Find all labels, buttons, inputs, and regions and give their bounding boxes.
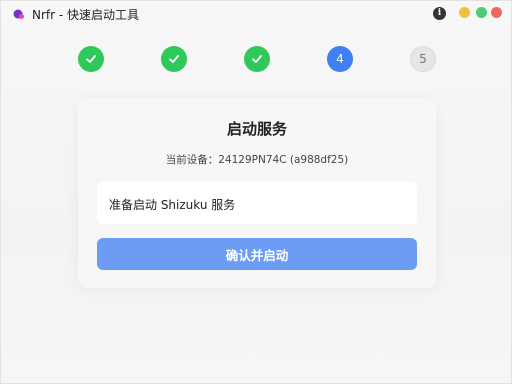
- checkmark-icon: [252, 55, 262, 63]
- step-4-active: 4: [327, 46, 353, 72]
- status-message: 准备启动 Shizuku 服务: [109, 198, 236, 212]
- current-device-label: 当前设备：24129PN74C (a988df25): [165, 154, 349, 166]
- close-button[interactable]: [491, 7, 502, 18]
- step-3-complete: [244, 46, 270, 72]
- step-5-pending: 5: [410, 46, 436, 72]
- minimize-button[interactable]: [459, 7, 470, 18]
- checkmark-icon: [86, 55, 96, 63]
- step-1-complete: [78, 46, 104, 72]
- title-bar[interactable]: Nrfr - 快速启动工具 i: [1, 1, 511, 27]
- checkmark-icon: [169, 55, 179, 63]
- info-icon[interactable]: i: [433, 7, 446, 20]
- card-title: 启动服务: [226, 120, 287, 138]
- step-2-complete: [161, 46, 187, 72]
- app-window: Nrfr - 快速启动工具 i 4 5 启动服务 当前设备：24129PN74C…: [0, 0, 512, 384]
- confirm-start-button[interactable]: 确认并启动: [97, 238, 417, 270]
- status-message-box: 准备启动 Shizuku 服务: [97, 182, 417, 224]
- maximize-button[interactable]: [476, 7, 487, 18]
- window-title: Nrfr - 快速启动工具: [32, 8, 140, 22]
- app-logo-icon: [13, 9, 24, 19]
